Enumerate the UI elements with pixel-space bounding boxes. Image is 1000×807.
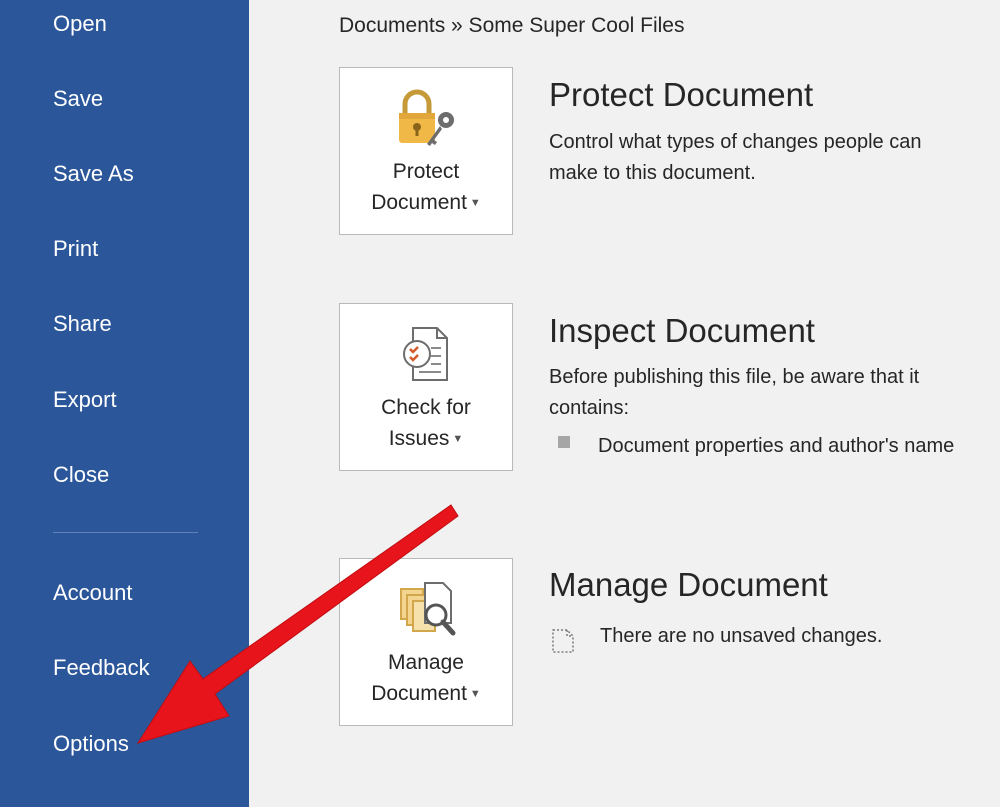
dropdown-caret-icon: ▼: [452, 432, 464, 445]
protect-document-label: Protect Document ▼: [340, 156, 512, 219]
lock-key-icon: [399, 89, 454, 146]
nav-export[interactable]: Export: [53, 387, 117, 413]
manage-document-button[interactable]: Manage Document ▼: [339, 558, 513, 726]
protect-line1: Protect: [392, 160, 460, 183]
breadcrumb: Documents » Some Super Cool Files: [339, 14, 685, 37]
protect-document-button[interactable]: Protect Document ▼: [339, 67, 513, 235]
unsaved-changes-status: There are no unsaved changes.: [600, 625, 883, 647]
protect-line2: Document: [371, 191, 467, 214]
manage-document-label: Manage Document ▼: [340, 647, 512, 710]
protect-document-title: Protect Document: [549, 76, 814, 113]
nav-divider: [53, 532, 198, 533]
documents-magnifier-icon: [400, 582, 456, 636]
manage-document-title: Manage Document: [549, 566, 828, 603]
inspect-bullet-item: Document properties and author's name: [598, 435, 955, 457]
nav-open[interactable]: Open: [53, 11, 107, 37]
nav-share[interactable]: Share: [53, 311, 112, 337]
inspect-line2: Issues: [388, 427, 450, 450]
dropdown-caret-icon: ▼: [469, 687, 481, 700]
nav-print[interactable]: Print: [53, 236, 98, 262]
manage-line1: Manage: [388, 651, 464, 674]
nav-account[interactable]: Account: [53, 580, 133, 606]
nav-options[interactable]: Options: [53, 731, 129, 757]
manage-line2: Document: [371, 682, 467, 705]
protect-document-description: Control what types of changes people can…: [549, 131, 922, 184]
nav-save-as[interactable]: Save As: [53, 161, 134, 187]
dropdown-caret-icon: ▼: [469, 196, 481, 209]
check-for-issues-label: Check for Issues ▼: [340, 392, 512, 455]
bullet-square-icon: [558, 436, 570, 448]
nav-close[interactable]: Close: [53, 462, 109, 488]
nav-save[interactable]: Save: [53, 86, 103, 112]
inspect-line1: Check for: [381, 396, 471, 419]
inspect-document-description: Before publishing this file, be aware th…: [549, 366, 920, 419]
document-dashed-icon: [552, 629, 574, 653]
check-for-issues-button[interactable]: Check for Issues ▼: [339, 303, 513, 471]
inspect-document-title: Inspect Document: [549, 312, 815, 349]
checklist-icon: [403, 327, 448, 381]
nav-feedback[interactable]: Feedback: [53, 655, 150, 681]
backstage-sidebar: Open Save Save As Print Share Export Clo…: [0, 0, 249, 807]
